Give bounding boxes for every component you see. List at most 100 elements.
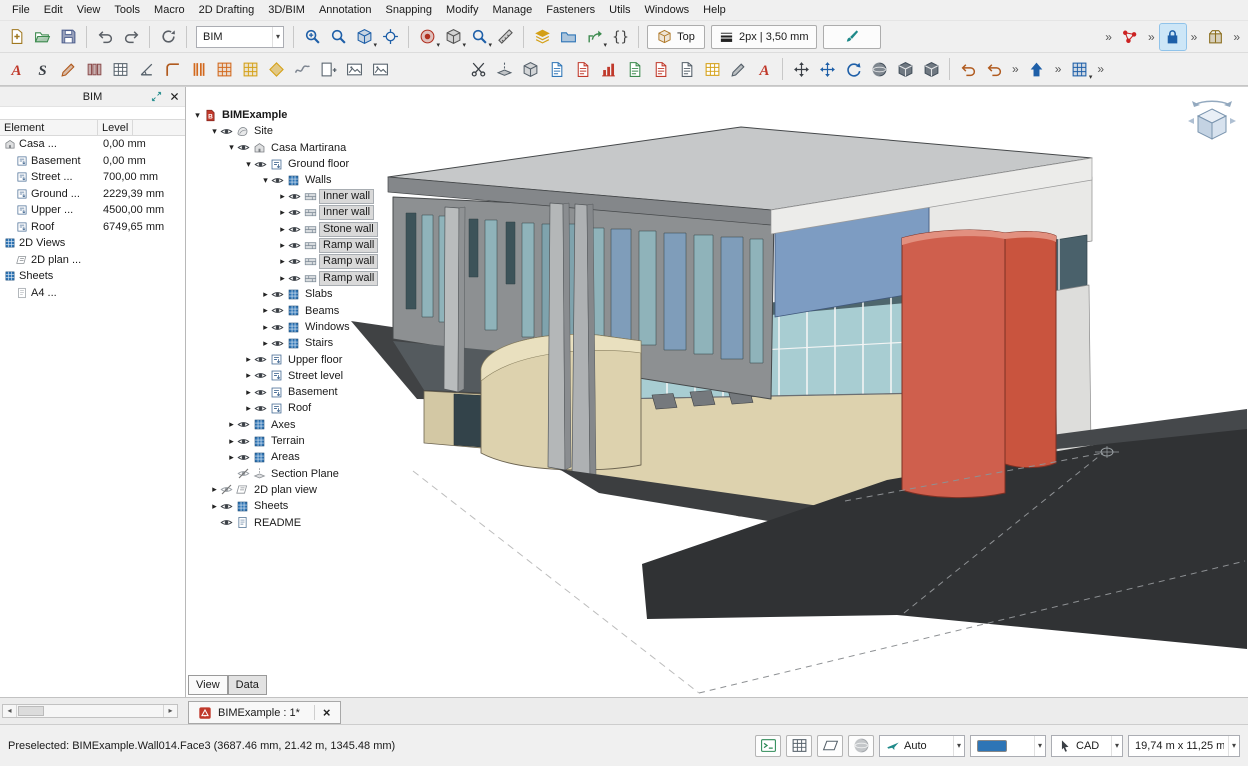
- zoom-in-button[interactable]: [299, 24, 325, 50]
- tab-data[interactable]: Data: [228, 675, 267, 695]
- expander-icon[interactable]: ▸: [260, 305, 271, 316]
- visibility-eye-icon[interactable]: [220, 500, 235, 513]
- expander-icon[interactable]: ▸: [243, 370, 254, 381]
- annotate-button[interactable]: [725, 56, 751, 82]
- solid-box-button[interactable]: [892, 56, 918, 82]
- bounding-box-button[interactable]: [517, 56, 543, 82]
- hatch-button[interactable]: [81, 56, 107, 82]
- rotate-view-button[interactable]: [840, 56, 866, 82]
- lineweight-button[interactable]: 2px | 3,50 mm: [711, 25, 817, 49]
- visibility-eye-icon[interactable]: [254, 386, 269, 399]
- visibility-eye-icon[interactable]: [254, 369, 269, 382]
- view-cube[interactable]: [1180, 93, 1244, 153]
- trim-button[interactable]: [465, 56, 491, 82]
- visibility-eye-icon[interactable]: [220, 516, 235, 529]
- close-document-icon[interactable]: ×: [314, 705, 331, 720]
- angle-button[interactable]: [133, 56, 159, 82]
- tree-item-upper-floor[interactable]: ▸Upper floor: [190, 351, 430, 367]
- dimension-style-button[interactable]: S: [29, 56, 55, 82]
- view-cube-button[interactable]: ▾: [351, 24, 377, 50]
- toolbar-overflow-chevron[interactable]: »: [1100, 30, 1117, 44]
- new-drawing-button[interactable]: [3, 24, 29, 50]
- expander-icon[interactable]: ▾: [192, 110, 203, 121]
- publish-button[interactable]: ▾: [581, 24, 607, 50]
- export-pdf-button[interactable]: [621, 56, 647, 82]
- expander-icon[interactable]: ▸: [260, 322, 271, 333]
- color-combo[interactable]: ▾: [970, 735, 1046, 757]
- element-row-casa[interactable]: Casa ...0,00 mm: [0, 136, 185, 153]
- render-quality-combo[interactable]: Auto▾: [879, 735, 965, 757]
- tree-item-windows[interactable]: ▸Windows: [190, 319, 430, 335]
- tree-item-inner-wall[interactable]: ▸Inner wall: [190, 205, 430, 221]
- dropdown-arrow-icon[interactable]: ▾: [953, 736, 964, 756]
- tree-item-bimexample[interactable]: ▾BBIMExample: [190, 107, 430, 123]
- tree-item-ramp-wall[interactable]: ▸Ramp wall: [190, 270, 430, 286]
- tree-item-ramp-wall[interactable]: ▸Ramp wall: [190, 237, 430, 253]
- drawing-size-combo[interactable]: 19,74 m x 11,25 m▾: [1128, 735, 1240, 757]
- expander-icon[interactable]: ▸: [277, 207, 288, 218]
- menu-macro[interactable]: Macro: [147, 1, 192, 19]
- cells-button[interactable]: [107, 56, 133, 82]
- layers-button[interactable]: [529, 24, 555, 50]
- expander-icon[interactable]: ▸: [226, 419, 237, 430]
- redo-view-button[interactable]: [981, 56, 1007, 82]
- structural-grid-button[interactable]: [211, 56, 237, 82]
- visibility-eye-icon[interactable]: [237, 451, 252, 464]
- fillet-button[interactable]: [159, 56, 185, 82]
- doc-red-button[interactable]: [569, 56, 595, 82]
- doc-stack-button[interactable]: [673, 56, 699, 82]
- menu-windows[interactable]: Windows: [638, 1, 697, 19]
- expander-icon[interactable]: ▸: [277, 191, 288, 202]
- visibility-eye-icon[interactable]: [237, 435, 252, 448]
- arrow-up-button[interactable]: [1024, 56, 1050, 82]
- components-button[interactable]: [1202, 24, 1228, 50]
- toolbar-overflow-chevron[interactable]: »: [1007, 62, 1024, 76]
- tree-item-slabs[interactable]: ▸Slabs: [190, 286, 430, 302]
- tree-item-street-level[interactable]: ▸Street level: [190, 368, 430, 384]
- expander-icon[interactable]: ▸: [277, 240, 288, 251]
- menu-utils[interactable]: Utils: [602, 1, 637, 19]
- expander-icon[interactable]: ▾: [209, 126, 220, 137]
- hatch-grid-button[interactable]: [237, 56, 263, 82]
- element-row-ground[interactable]: Ground ...2229,39 mm: [0, 186, 185, 203]
- column-element[interactable]: Element: [0, 120, 98, 135]
- top-view-button[interactable]: Top: [647, 25, 705, 49]
- tree-item-section-plane[interactable]: Section Plane: [190, 466, 430, 482]
- ucs-grid-toggle[interactable]: [786, 735, 812, 757]
- panel-scrollbar[interactable]: ◂ ▸: [2, 704, 178, 718]
- expander-icon[interactable]: ▸: [277, 224, 288, 235]
- menu-file[interactable]: File: [5, 1, 37, 19]
- tree-item-stairs[interactable]: ▸Stairs: [190, 335, 430, 351]
- measure-button[interactable]: [492, 24, 518, 50]
- menu-modify[interactable]: Modify: [439, 1, 485, 19]
- image-frame-button[interactable]: [367, 56, 393, 82]
- image-attach-button[interactable]: [341, 56, 367, 82]
- tree-item-sheets[interactable]: ▸Sheets: [190, 498, 430, 514]
- zoom-tools-button[interactable]: ▾: [466, 24, 492, 50]
- element-row-basement[interactable]: Basement0,00 mm: [0, 153, 185, 170]
- menu-manage[interactable]: Manage: [485, 1, 539, 19]
- doc-blue-button[interactable]: [543, 56, 569, 82]
- element-row-2d-plan[interactable]: 2D plan ...: [0, 252, 185, 269]
- expander-icon[interactable]: ▸: [209, 501, 220, 512]
- tree-item-2d-plan-view[interactable]: ▸2D plan view: [190, 482, 430, 498]
- visibility-eye-icon[interactable]: [237, 141, 252, 154]
- expander-icon[interactable]: ▾: [260, 175, 271, 186]
- workspace-combo[interactable]: BIM▾: [196, 26, 284, 48]
- visibility-eye-icon[interactable]: [288, 272, 303, 285]
- tree-item-areas[interactable]: ▸Areas: [190, 449, 430, 465]
- visibility-eye-icon[interactable]: [254, 353, 269, 366]
- cursor-mode-combo[interactable]: CAD▾: [1051, 735, 1123, 757]
- element-row-a4[interactable]: A4 ...: [0, 285, 185, 302]
- tree-item-roof[interactable]: ▸Roof: [190, 400, 430, 416]
- model-viewport[interactable]: ▾BBIMExample▾Site▾Casa Martirana▾Ground …: [186, 87, 1248, 697]
- tree-item-casa-martirana[interactable]: ▾Casa Martirana: [190, 140, 430, 156]
- tree-item-readme[interactable]: README: [190, 514, 430, 530]
- visibility-eye-icon[interactable]: [271, 174, 286, 187]
- sketch-button[interactable]: [55, 56, 81, 82]
- paint-brush-button[interactable]: [823, 25, 881, 49]
- expander-icon[interactable]: ▸: [243, 403, 254, 414]
- visibility-eye-icon[interactable]: [288, 223, 303, 236]
- expander-icon[interactable]: ▸: [277, 273, 288, 284]
- text-style-button[interactable]: A: [3, 56, 29, 82]
